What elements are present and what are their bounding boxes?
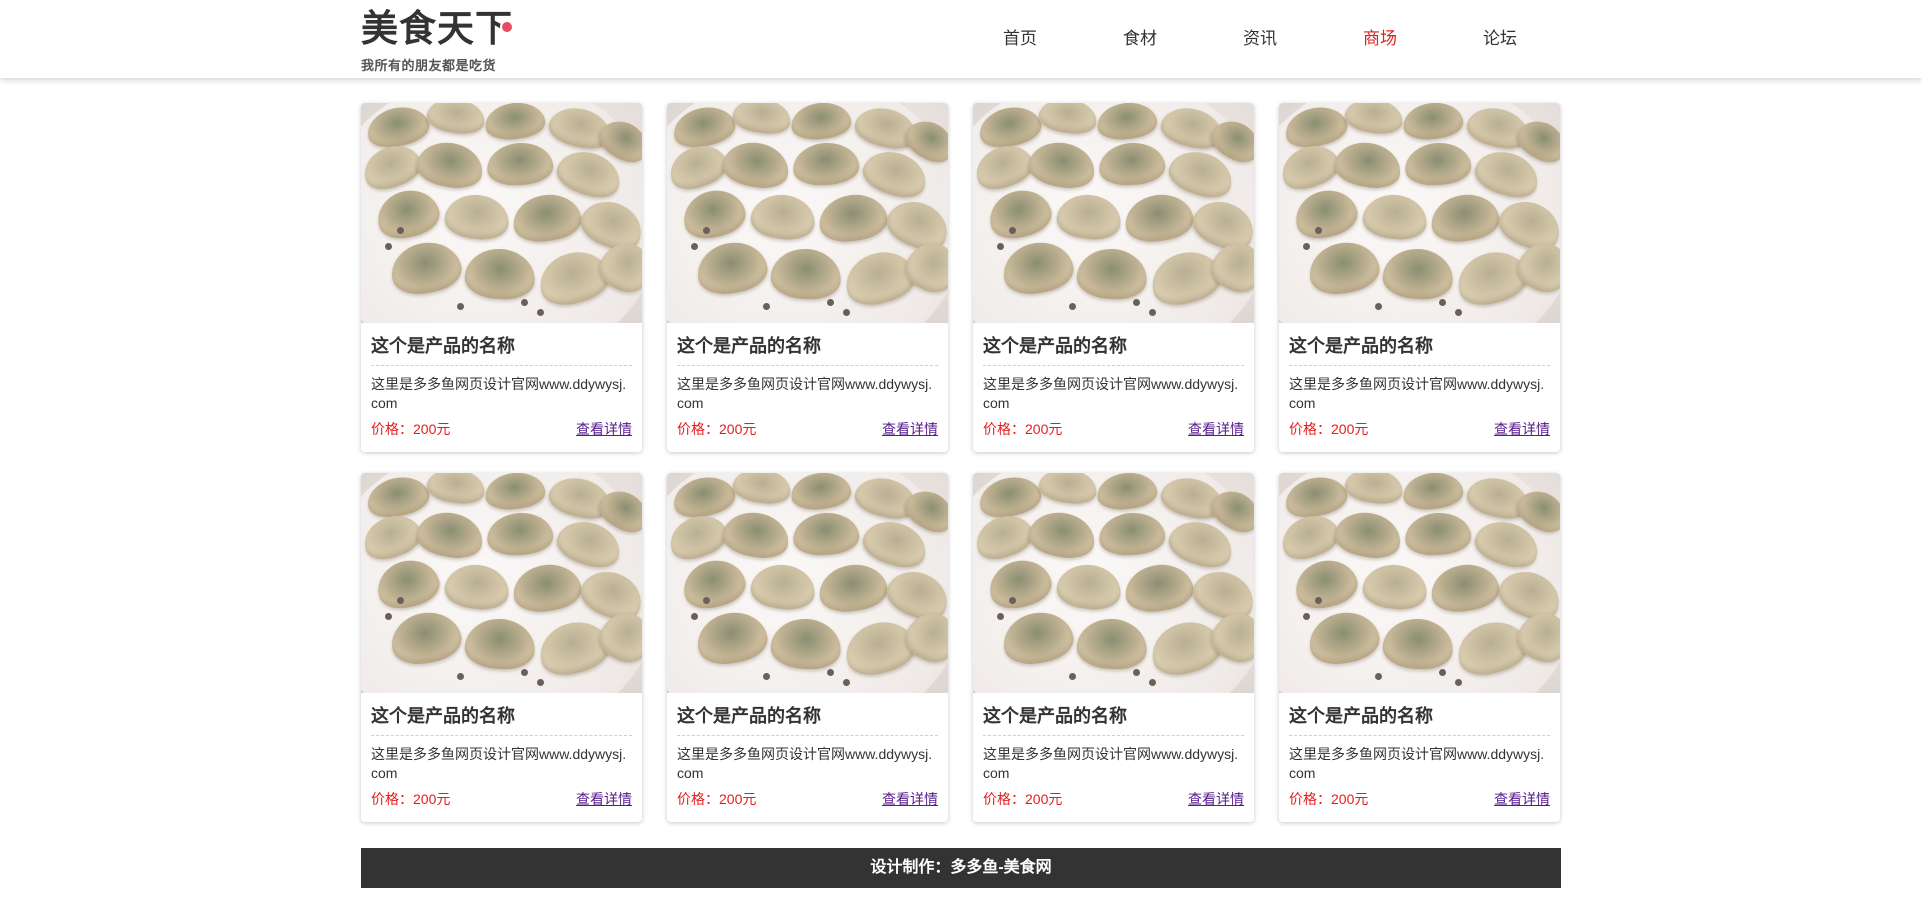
view-details-link[interactable]: 查看详情 <box>576 419 632 439</box>
product-image[interactable] <box>1279 103 1560 323</box>
product-name: 这个是产品的名称 <box>983 333 1244 366</box>
product-image[interactable] <box>973 103 1254 323</box>
product-card-footer: 价格：200元 查看详情 <box>1289 419 1550 439</box>
product-name: 这个是产品的名称 <box>371 703 632 736</box>
product-card[interactable]: 这个是产品的名称 这里是多多鱼网页设计官网www.ddywysj.com 价格：… <box>667 103 948 452</box>
product-card-body: 这个是产品的名称 这里是多多鱼网页设计官网www.ddywysj.com 价格：… <box>361 323 642 439</box>
view-details-link[interactable]: 查看详情 <box>882 419 938 439</box>
nav-item-news[interactable]: 资讯 <box>1230 27 1290 51</box>
product-card[interactable]: 这个是产品的名称 这里是多多鱼网页设计官网www.ddywysj.com 价格：… <box>973 103 1254 452</box>
product-name: 这个是产品的名称 <box>677 333 938 366</box>
product-price: 价格：200元 <box>1289 791 1369 807</box>
product-card-footer: 价格：200元 查看详情 <box>677 419 938 439</box>
product-card-body: 这个是产品的名称 这里是多多鱼网页设计官网www.ddywysj.com 价格：… <box>1279 693 1560 809</box>
product-description: 这里是多多鱼网页设计官网www.ddywysj.com <box>677 746 933 781</box>
product-card[interactable]: 这个是产品的名称 这里是多多鱼网页设计官网www.ddywysj.com 价格：… <box>973 473 1254 822</box>
site-header: 美食天下 我所有的朋友都是吃货 首页 食材 资讯 商场 论坛 <box>0 0 1922 78</box>
product-description: 这里是多多鱼网页设计官网www.ddywysj.com <box>1289 376 1545 411</box>
product-price: 价格：200元 <box>677 791 757 807</box>
logo-subtitle: 我所有的朋友都是吃货 <box>361 58 497 73</box>
product-description: 这里是多多鱼网页设计官网www.ddywysj.com <box>371 746 627 781</box>
product-card[interactable]: 这个是产品的名称 这里是多多鱼网页设计官网www.ddywysj.com 价格：… <box>1279 473 1560 822</box>
product-description: 这里是多多鱼网页设计官网www.ddywysj.com <box>983 746 1239 781</box>
product-card-footer: 价格：200元 查看详情 <box>677 789 938 809</box>
product-name: 这个是产品的名称 <box>1289 703 1550 736</box>
view-details-link[interactable]: 查看详情 <box>882 789 938 809</box>
view-details-link[interactable]: 查看详情 <box>1188 789 1244 809</box>
nav-item-ingredients[interactable]: 食材 <box>1110 27 1170 51</box>
product-price: 价格：200元 <box>371 421 451 437</box>
view-details-link[interactable]: 查看详情 <box>576 789 632 809</box>
nav-item-forum[interactable]: 论坛 <box>1470 27 1530 51</box>
product-image[interactable] <box>361 473 642 693</box>
product-price: 价格：200元 <box>983 421 1063 437</box>
product-price: 价格：200元 <box>1289 421 1369 437</box>
view-details-link[interactable]: 查看详情 <box>1494 789 1550 809</box>
product-image[interactable] <box>361 103 642 323</box>
product-name: 这个是产品的名称 <box>983 703 1244 736</box>
product-image[interactable] <box>1279 473 1560 693</box>
product-price: 价格：200元 <box>371 791 451 807</box>
site-footer: 设计制作：多多鱼-美食网 <box>361 848 1561 888</box>
product-description: 这里是多多鱼网页设计官网www.ddywysj.com <box>1289 746 1545 781</box>
product-card-footer: 价格：200元 查看详情 <box>983 789 1244 809</box>
product-card-footer: 价格：200元 查看详情 <box>371 789 632 809</box>
product-name: 这个是产品的名称 <box>1289 333 1550 366</box>
product-image[interactable] <box>667 473 948 693</box>
product-image[interactable] <box>973 473 1254 693</box>
view-details-link[interactable]: 查看详情 <box>1494 419 1550 439</box>
product-card-footer: 价格：200元 查看详情 <box>371 419 632 439</box>
product-price: 价格：200元 <box>677 421 757 437</box>
product-card[interactable]: 这个是产品的名称 这里是多多鱼网页设计官网www.ddywysj.com 价格：… <box>667 473 948 822</box>
product-card-body: 这个是产品的名称 这里是多多鱼网页设计官网www.ddywysj.com 价格：… <box>1279 323 1560 439</box>
product-card[interactable]: 这个是产品的名称 这里是多多鱼网页设计官网www.ddywysj.com 价格：… <box>361 473 642 822</box>
nav-item-home[interactable]: 首页 <box>990 27 1050 51</box>
product-card-body: 这个是产品的名称 这里是多多鱼网页设计官网www.ddywysj.com 价格：… <box>667 693 948 809</box>
product-name: 这个是产品的名称 <box>371 333 632 366</box>
main-nav: 首页 食材 资讯 商场 论坛 <box>0 27 1922 51</box>
product-card-body: 这个是产品的名称 这里是多多鱼网页设计官网www.ddywysj.com 价格：… <box>973 323 1254 439</box>
product-card[interactable]: 这个是产品的名称 这里是多多鱼网页设计官网www.ddywysj.com 价格：… <box>361 103 642 452</box>
product-card-footer: 价格：200元 查看详情 <box>983 419 1244 439</box>
product-card[interactable]: 这个是产品的名称 这里是多多鱼网页设计官网www.ddywysj.com 价格：… <box>1279 103 1560 452</box>
view-details-link[interactable]: 查看详情 <box>1188 419 1244 439</box>
product-card-body: 这个是产品的名称 这里是多多鱼网页设计官网www.ddywysj.com 价格：… <box>361 693 642 809</box>
product-card-body: 这个是产品的名称 这里是多多鱼网页设计官网www.ddywysj.com 价格：… <box>973 693 1254 809</box>
product-image[interactable] <box>667 103 948 323</box>
product-price: 价格：200元 <box>983 791 1063 807</box>
product-description: 这里是多多鱼网页设计官网www.ddywysj.com <box>677 376 933 411</box>
product-description: 这里是多多鱼网页设计官网www.ddywysj.com <box>983 376 1239 411</box>
product-card-body: 这个是产品的名称 这里是多多鱼网页设计官网www.ddywysj.com 价格：… <box>667 323 948 439</box>
product-name: 这个是产品的名称 <box>677 703 938 736</box>
product-card-footer: 价格：200元 查看详情 <box>1289 789 1550 809</box>
product-description: 这里是多多鱼网页设计官网www.ddywysj.com <box>371 376 627 411</box>
nav-item-mall[interactable]: 商场 <box>1350 27 1410 51</box>
